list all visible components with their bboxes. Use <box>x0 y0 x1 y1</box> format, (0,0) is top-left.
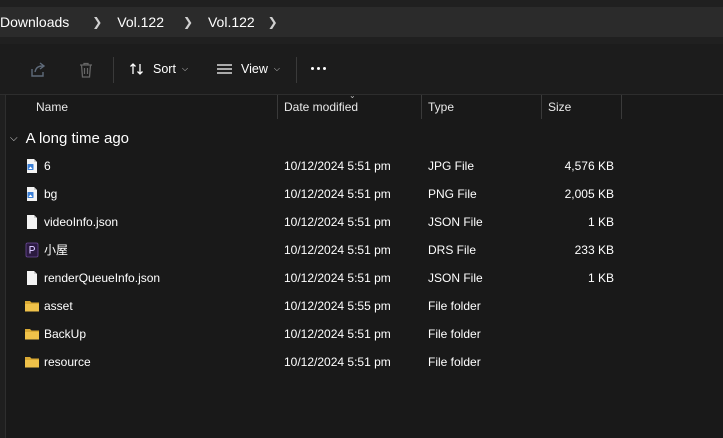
column-header-size[interactable]: Size <box>548 95 571 119</box>
column-header-date-modified[interactable]: Date modified <box>284 95 358 119</box>
image-file-icon <box>24 186 40 202</box>
chevron-right-icon[interactable]: ❯ <box>174 15 202 29</box>
delete-icon[interactable] <box>77 61 95 79</box>
file-size: 2,005 KB <box>564 187 614 201</box>
column-divider[interactable] <box>541 95 542 119</box>
file-date: 10/12/2024 5:55 pm <box>284 299 391 313</box>
file-date: 10/12/2024 5:51 pm <box>284 355 391 369</box>
file-row[interactable]: BackUp 10/12/2024 5:51 pm File folder <box>6 320 723 348</box>
toolbar-divider <box>113 57 114 83</box>
document-file-icon <box>24 270 40 286</box>
view-button[interactable]: View ⌵ <box>216 58 280 80</box>
document-file-icon <box>24 214 40 230</box>
file-type: File folder <box>428 299 481 313</box>
file-size: 1 KB <box>587 271 614 285</box>
group-header[interactable]: ⌵ A long time ago <box>10 128 129 148</box>
address-bar: Downloads ❯ Vol.122 ❯ Vol.122 ❯ <box>0 0 723 44</box>
image-file-icon <box>24 158 40 174</box>
breadcrumb-item-downloads[interactable]: Downloads <box>0 14 69 30</box>
file-name: renderQueueInfo.json <box>44 271 161 285</box>
file-type: PNG File <box>428 187 477 201</box>
share-icon[interactable] <box>29 61 47 79</box>
folder-icon <box>24 354 40 370</box>
column-divider[interactable] <box>277 95 278 119</box>
file-name: asset <box>44 299 73 313</box>
sort-icon <box>130 63 143 75</box>
file-name: BackUp <box>44 327 87 341</box>
file-date: 10/12/2024 5:51 pm <box>284 159 391 173</box>
file-date: 10/12/2024 5:51 pm <box>284 243 391 257</box>
file-type: File folder <box>428 327 481 341</box>
file-date: 10/12/2024 5:51 pm <box>284 327 391 341</box>
file-type: JPG File <box>428 159 475 173</box>
chevron-right-icon[interactable]: ❯ <box>83 15 111 29</box>
file-size: 233 KB <box>574 243 614 257</box>
toolbar-divider <box>296 57 297 83</box>
group-label: A long time ago <box>25 129 129 147</box>
file-name: 6 <box>44 159 51 173</box>
chevron-right-icon[interactable]: ❯ <box>259 15 287 29</box>
column-header-name[interactable]: Name <box>36 95 68 119</box>
file-date: 10/12/2024 5:51 pm <box>284 215 391 229</box>
breadcrumb-item-vol122-parent[interactable]: Vol.122 <box>117 14 164 30</box>
chevron-down-icon: ⌵ <box>181 64 189 73</box>
view-label: View <box>241 62 268 76</box>
file-row[interactable]: videoInfo.json 10/12/2024 5:51 pm JSON F… <box>6 208 723 236</box>
file-row[interactable]: 小屋 10/12/2024 5:51 pm DRS File 233 KB <box>6 236 723 264</box>
sort-label: Sort <box>153 62 176 76</box>
column-divider[interactable] <box>621 95 622 119</box>
view-list-icon <box>217 64 232 74</box>
column-header-type[interactable]: Type <box>428 95 454 119</box>
chevron-down-icon: ⌵ <box>273 64 280 73</box>
folder-icon <box>24 326 40 342</box>
file-name: bg <box>44 187 58 201</box>
sort-button[interactable]: Sort ⌵ <box>129 58 188 80</box>
file-row[interactable]: bg 10/12/2024 5:51 pm PNG File 2,005 KB <box>6 180 723 208</box>
file-type: JSON File <box>428 271 483 285</box>
file-row[interactable]: asset 10/12/2024 5:55 pm File folder <box>6 292 723 320</box>
file-name: resource <box>44 355 91 369</box>
breadcrumb-item-vol122-current[interactable]: Vol.122 <box>208 14 255 30</box>
more-options-icon[interactable] <box>311 67 326 70</box>
breadcrumb[interactable]: Downloads ❯ Vol.122 ❯ Vol.122 ❯ <box>0 7 723 37</box>
file-name: 小屋 <box>44 243 69 257</box>
file-date: 10/12/2024 5:51 pm <box>284 187 391 201</box>
drs-file-icon <box>24 242 40 258</box>
file-type: JSON File <box>428 215 483 229</box>
file-row[interactable]: 6 10/12/2024 5:51 pm JPG File 4,576 KB <box>6 152 723 180</box>
column-header: Name ⌄ Date modified Type Size <box>6 91 723 119</box>
file-size: 4,576 KB <box>564 159 614 173</box>
command-bar: Sort ⌵ View ⌵ <box>0 44 723 95</box>
file-size: 1 KB <box>587 215 614 229</box>
chevron-down-icon[interactable]: ⌵ <box>10 133 18 144</box>
column-divider[interactable] <box>421 95 422 119</box>
folder-icon <box>24 298 40 314</box>
file-type: DRS File <box>428 243 477 257</box>
file-row[interactable]: renderQueueInfo.json 10/12/2024 5:51 pm … <box>6 264 723 292</box>
file-type: File folder <box>428 355 481 369</box>
file-row[interactable]: resource 10/12/2024 5:51 pm File folder <box>6 348 723 376</box>
file-name: videoInfo.json <box>44 215 119 229</box>
file-date: 10/12/2024 5:51 pm <box>284 271 391 285</box>
